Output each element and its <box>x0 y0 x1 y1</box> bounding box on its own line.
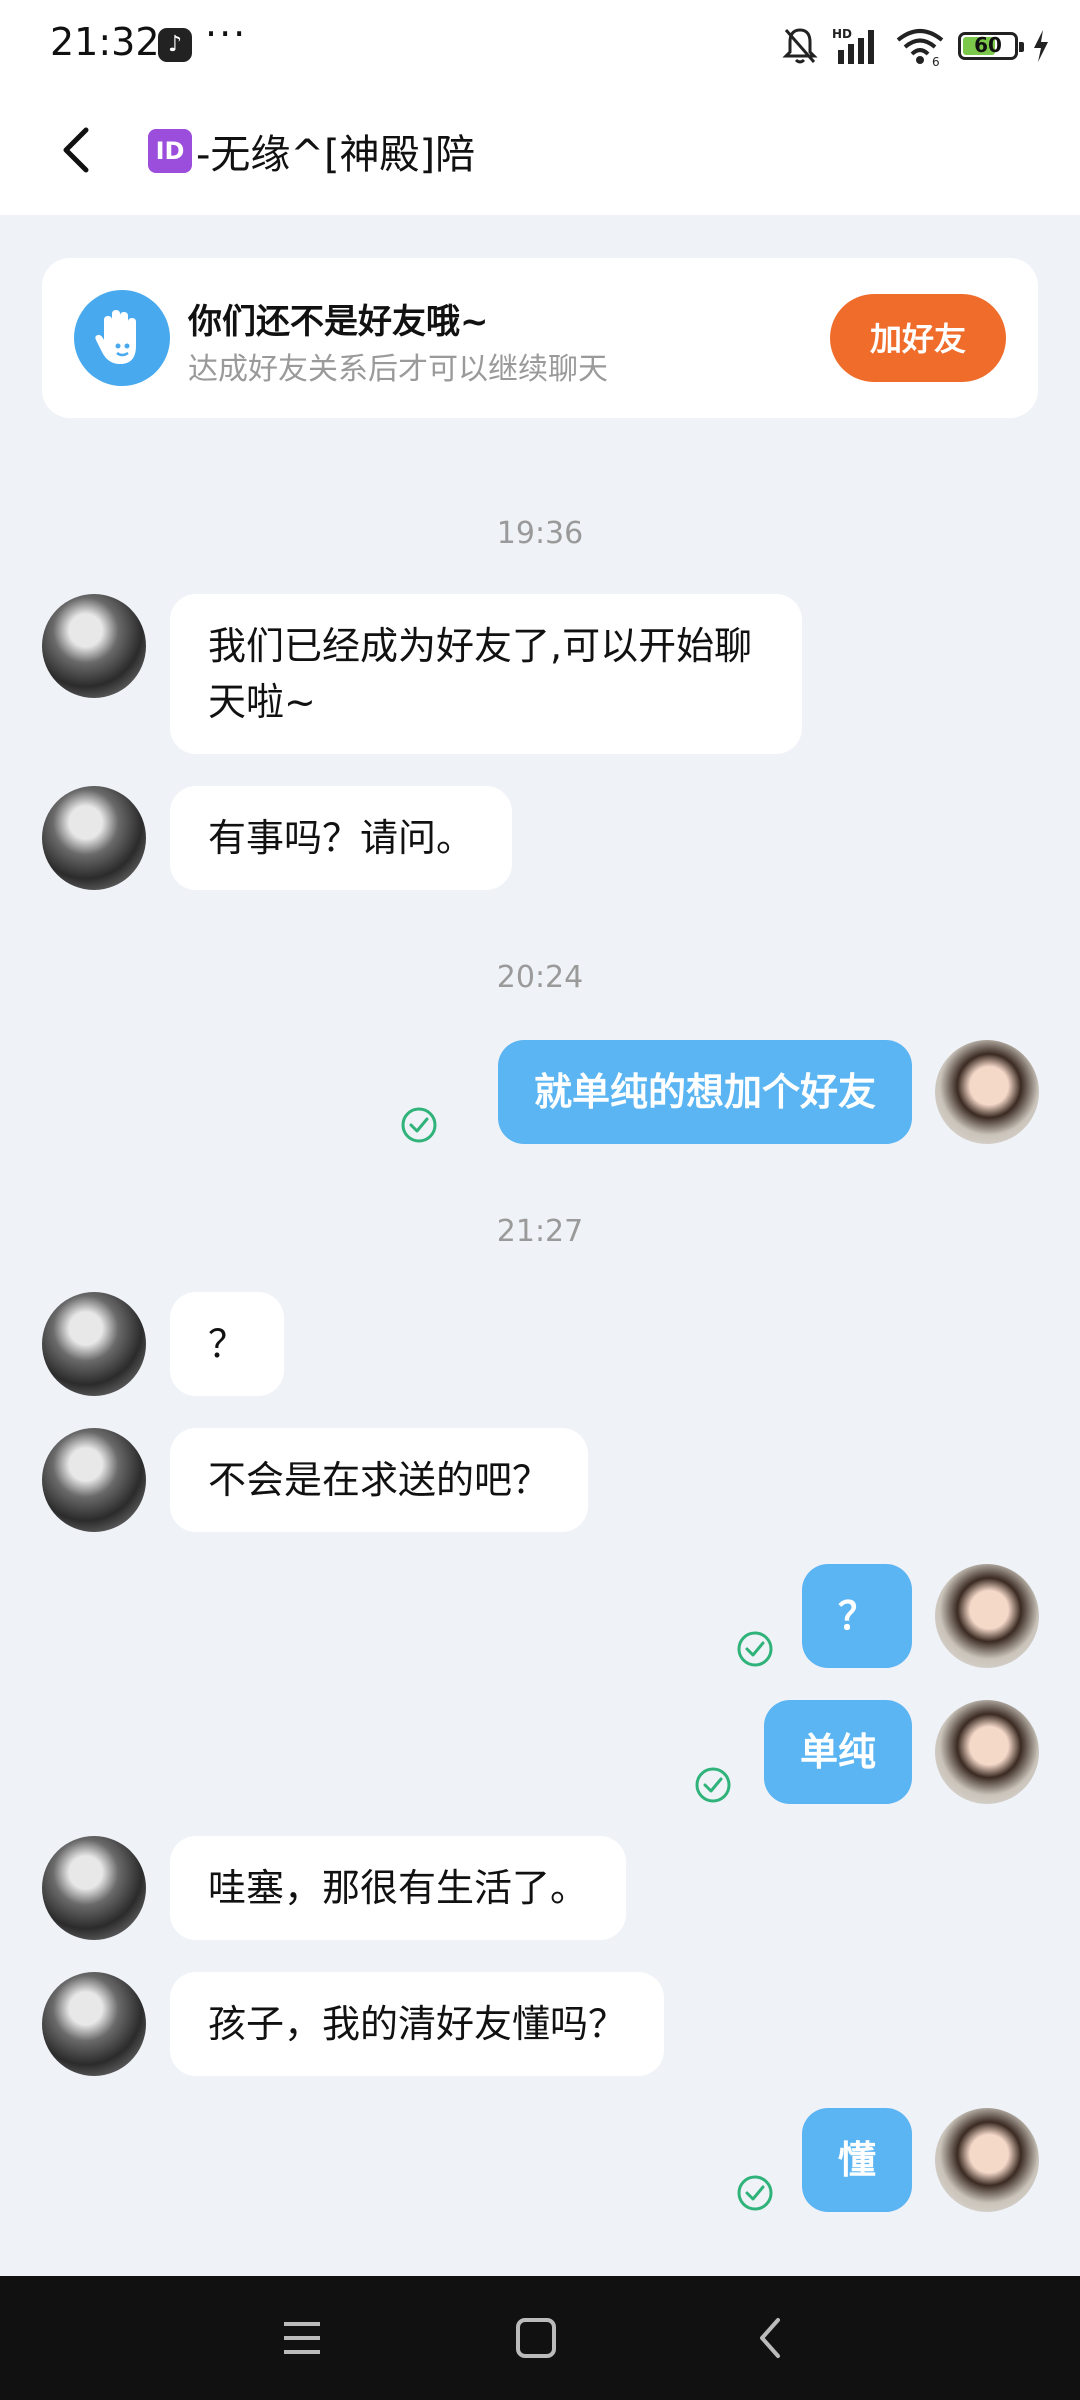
chat-header: ID -无缘^[神殿]陪 <box>0 90 1080 215</box>
read-check-icon <box>737 1631 773 1667</box>
message-bubble-outgoing[interactable]: 就单纯的想加个好友 <box>497 1040 912 1144</box>
timestamp: 20:24 <box>496 960 584 995</box>
svg-text:HD: HD <box>832 27 852 41</box>
battery-icon: 60 <box>958 32 1024 60</box>
message-bubble-incoming[interactable]: 有事吗？请问。 <box>170 786 513 890</box>
message-bubble-outgoing[interactable]: 懂 <box>801 2108 912 2212</box>
contact-avatar[interactable] <box>42 786 146 890</box>
contact-name: -无缘^[神殿]陪 <box>196 132 476 178</box>
system-nav-bar <box>0 2276 1080 2400</box>
chat-title[interactable]: ID -无缘^[神殿]陪 <box>148 122 475 180</box>
status-bar: 21:32 ♪ ··· HD 6 60 <box>0 0 1080 90</box>
contact-avatar[interactable] <box>42 1428 146 1532</box>
not-friends-banner: 你们还不是好友哦~ 达成好友关系后才可以继续聊天 加好友 <box>42 258 1038 418</box>
contact-avatar[interactable] <box>42 1292 146 1396</box>
message-bubble-incoming[interactable]: ？ <box>170 1292 285 1396</box>
menu-icon[interactable] <box>274 2310 330 2366</box>
self-avatar[interactable] <box>935 1040 1039 1144</box>
read-check-icon <box>401 1107 437 1143</box>
status-icons: HD 6 60 <box>782 22 1050 70</box>
contact-avatar[interactable] <box>42 1836 146 1940</box>
message-bubble-outgoing[interactable]: ？ <box>801 1564 912 1668</box>
back-arrow-icon[interactable] <box>48 120 108 180</box>
message-bubble-incoming[interactable]: 我们已经成为好友了,可以开始聊天啦~ <box>170 594 802 754</box>
message-bubble-outgoing[interactable]: 单纯 <box>763 1700 912 1804</box>
id-badge-icon: ID <box>148 129 192 173</box>
self-avatar[interactable] <box>935 2108 1039 2212</box>
self-avatar[interactable] <box>935 1700 1039 1804</box>
contact-avatar[interactable] <box>42 594 146 698</box>
charging-icon <box>1034 30 1048 62</box>
read-check-icon <box>695 1767 731 1803</box>
status-overflow: ··· <box>205 12 248 56</box>
contact-avatar[interactable] <box>42 1972 146 2076</box>
svg-text:6: 6 <box>932 55 940 66</box>
battery-level: 60 <box>974 33 1002 57</box>
back-icon[interactable] <box>744 2310 800 2366</box>
read-check-icon <box>737 2175 773 2211</box>
tiktok-icon: ♪ <box>158 28 192 62</box>
message-bubble-incoming[interactable]: 不会是在求送的吧？ <box>170 1428 589 1532</box>
wifi-icon: 6 <box>896 29 944 66</box>
hd-signal-icon: HD <box>832 27 874 64</box>
message-bubble-incoming[interactable]: 哇塞，那很有生活了。 <box>170 1836 627 1940</box>
banner-subtitle: 达成好友关系后才可以继续聊天 <box>188 352 608 387</box>
self-avatar[interactable] <box>935 1564 1039 1668</box>
status-time: 21:32 <box>50 20 160 64</box>
home-icon[interactable] <box>508 2310 564 2366</box>
timestamp: 21:27 <box>496 1214 584 1249</box>
add-friend-button[interactable]: 加好友 <box>830 294 1006 382</box>
message-bubble-incoming[interactable]: 孩子，我的清好友懂吗？ <box>170 1972 665 2076</box>
mute-icon <box>782 28 818 64</box>
banner-title: 你们还不是好友哦~ <box>188 302 489 342</box>
timestamp: 19:36 <box>496 516 584 551</box>
wave-hand-icon <box>74 290 170 386</box>
